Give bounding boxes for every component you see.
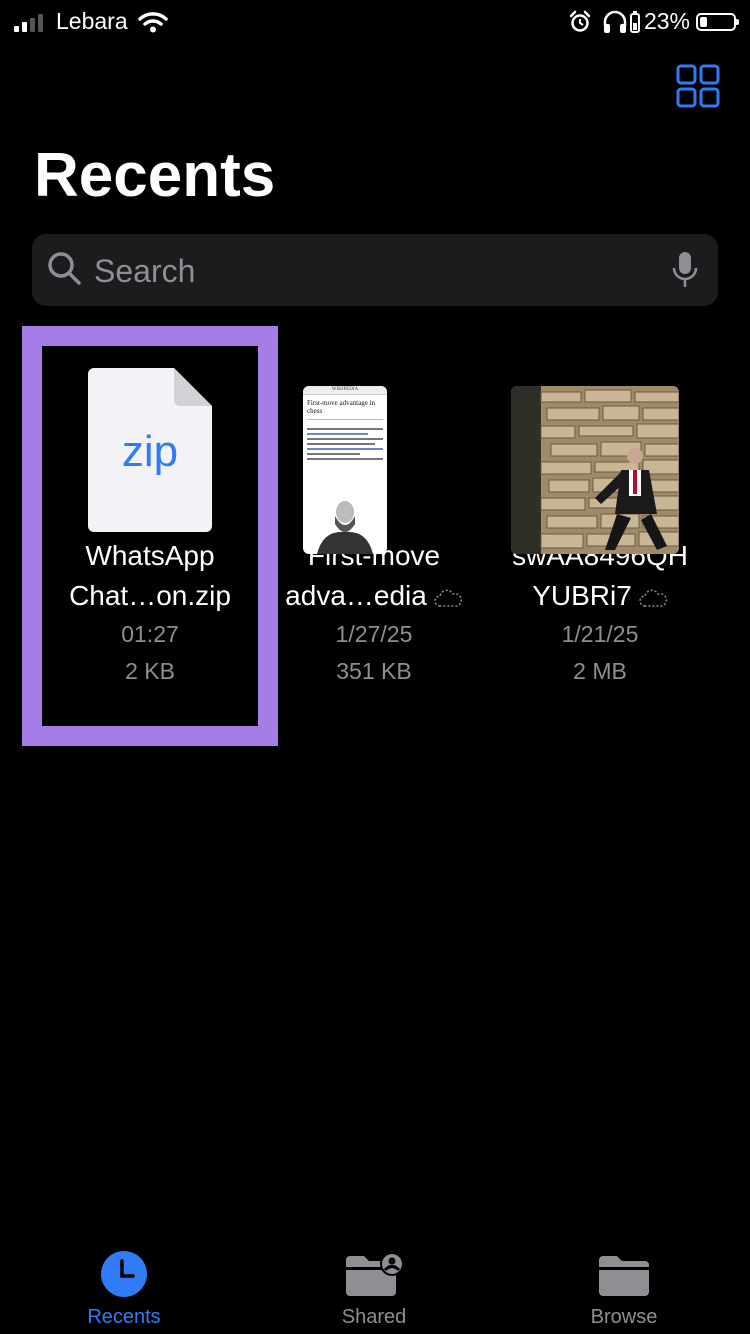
file-size: 2 MB (573, 658, 627, 684)
status-bar: Lebara 23% (0, 0, 750, 40)
alarm-icon (569, 10, 591, 32)
zip-file-icon: zip (88, 368, 212, 532)
tab-label-browse: Browse (590, 1306, 658, 1328)
search-bar[interactable] (32, 234, 718, 306)
search-icon (48, 252, 81, 285)
file-date: 01:27 (121, 621, 179, 647)
icloud-icon (639, 589, 667, 607)
grid-view-icon[interactable] (676, 64, 720, 108)
tab-label-recents: Recents (87, 1306, 161, 1328)
file-item-image[interactable]: swAA8496QH YUBRi7 1/21/25 2 MB (472, 326, 728, 746)
microphone-icon[interactable] (672, 250, 698, 290)
file-item-first-move[interactable]: WIKIPEDIA First-move advantage in chess … (246, 326, 502, 746)
zip-label: zip (122, 427, 178, 476)
document-thumbnail: WIKIPEDIA First-move advantage in chess (303, 386, 387, 554)
file-date: 1/27/25 (335, 621, 413, 647)
portrait-illustration (317, 501, 373, 554)
page-title: Recents (34, 141, 276, 210)
file-date: 1/21/25 (561, 621, 639, 647)
wifi-icon (137, 11, 168, 32)
shared-folder-icon (346, 1252, 404, 1296)
file-size: 351 KB (336, 658, 412, 684)
file-name-line2: Chat…on.zip (69, 580, 231, 611)
file-size: 2 KB (125, 658, 175, 684)
document-heading: First-move advantage in chess (307, 399, 376, 415)
file-item-zip[interactable]: zip WhatsApp Chat…on.zip 01:27 2 KB (22, 326, 278, 746)
file-name-line2: adva…edia (285, 580, 427, 611)
tab-bar: Recents Shared Browse (0, 1230, 750, 1334)
file-name-line2: YUBRi7 (532, 580, 632, 611)
tab-label-shared: Shared (341, 1306, 407, 1328)
file-name-line1: WhatsApp (85, 540, 215, 571)
headphones-icon (603, 10, 627, 33)
folder-icon (599, 1256, 649, 1296)
search-input[interactable] (92, 246, 656, 296)
icloud-icon (434, 589, 462, 607)
clock-icon (101, 1251, 147, 1297)
battery-percentage: 23% (643, 8, 690, 34)
image-thumbnail (511, 386, 679, 554)
wikipedia-header: WIKIPEDIA (303, 386, 387, 395)
battery-icon (696, 12, 739, 31)
carrier-name: Lebara (56, 8, 128, 34)
cellular-signal-icon (14, 12, 46, 32)
headphones-battery-icon (629, 10, 640, 33)
